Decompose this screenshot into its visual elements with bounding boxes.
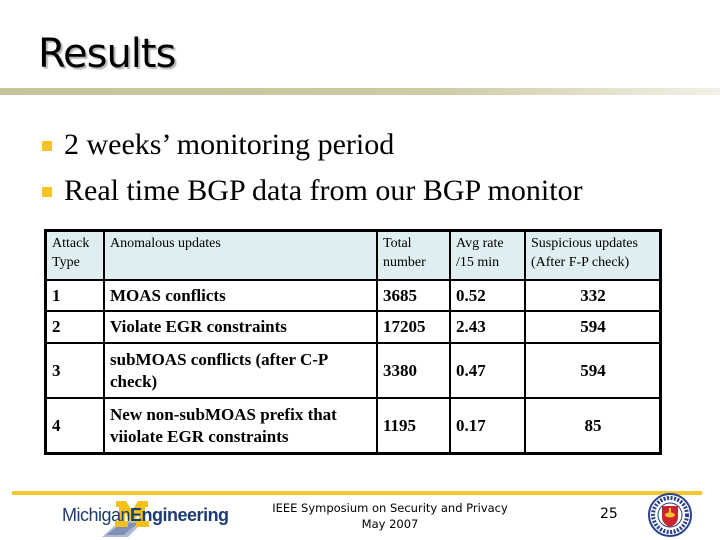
header-attack-type: Attack Type — [44, 229, 105, 281]
cell-anomaly: New non-subMOAS prefix that viiolate EGR… — [103, 397, 378, 455]
bullet-item: Real time BGP data from our BGP monitor — [38, 171, 583, 217]
table-row: 1 MOAS conflicts 3685 0.52 332 — [44, 279, 662, 312]
cell-total: 1195 — [376, 397, 451, 455]
page-number: 25 — [600, 506, 618, 522]
conference-info: IEEE Symposium on Security and Privacy M… — [270, 500, 510, 532]
cell-total: 3380 — [376, 342, 451, 399]
header-anomalous-updates: Anomalous updates — [103, 229, 378, 281]
header-total-number: Total number — [376, 229, 451, 281]
header-avg-rate: Avg rate /15 min — [449, 229, 526, 281]
cell-suspicious: 332 — [524, 279, 662, 312]
michigan-engineering-wordmark: MichiganEngineering — [62, 505, 229, 526]
bullet-text: Real time BGP data from our BGP monitor — [64, 174, 583, 207]
square-bullet-icon — [42, 187, 52, 197]
cell-total: 17205 — [376, 310, 451, 344]
conference-date: May 2007 — [361, 517, 419, 531]
university-seal-icon — [648, 493, 692, 537]
cell-anomaly: Violate EGR constraints — [103, 310, 378, 344]
table-header-row: Attack Type Anomalous updates Total numb… — [44, 229, 662, 281]
wordmark-light: Michigan — [62, 505, 131, 525]
square-bullet-icon — [42, 141, 52, 151]
results-table: Attack Type Anomalous updates Total numb… — [44, 229, 662, 455]
table-row: 4 New non-subMOAS prefix that viiolate E… — [44, 397, 662, 455]
conference-name: IEEE Symposium on Security and Privacy — [272, 501, 508, 515]
cell-avg-rate: 2.43 — [449, 310, 526, 344]
slide-title: Results — [38, 31, 176, 77]
cell-total: 3685 — [376, 279, 451, 312]
wordmark-bold: Engineering — [130, 505, 229, 525]
cell-avg-rate: 0.52 — [449, 279, 526, 312]
bullet-list: 2 weeks’ monitoring period Real time BGP… — [38, 125, 583, 217]
footer-divider — [12, 491, 702, 495]
cell-anomaly: MOAS conflicts — [103, 279, 378, 312]
bullet-text: 2 weeks’ monitoring period — [64, 128, 395, 161]
table-row: 3 subMOAS conflicts (after C-P check) 33… — [44, 342, 662, 399]
table-row: 2 Violate EGR constraints 17205 2.43 594 — [44, 310, 662, 344]
header-suspicious-updates: Suspicious updates (After F-P check) — [524, 229, 662, 281]
cell-avg-rate: 0.17 — [449, 397, 526, 455]
cell-attack-type: 2 — [44, 310, 105, 344]
cell-suspicious: 594 — [524, 342, 662, 399]
cell-avg-rate: 0.47 — [449, 342, 526, 399]
cell-attack-type: 3 — [44, 342, 105, 399]
title-divider — [0, 88, 720, 95]
cell-anomaly: subMOAS conflicts (after C-P check) — [103, 342, 378, 399]
cell-suspicious: 594 — [524, 310, 662, 344]
cell-suspicious: 85 — [524, 397, 662, 455]
cell-attack-type: 4 — [44, 397, 105, 455]
bullet-item: 2 weeks’ monitoring period — [38, 125, 583, 171]
cell-attack-type: 1 — [44, 279, 105, 312]
